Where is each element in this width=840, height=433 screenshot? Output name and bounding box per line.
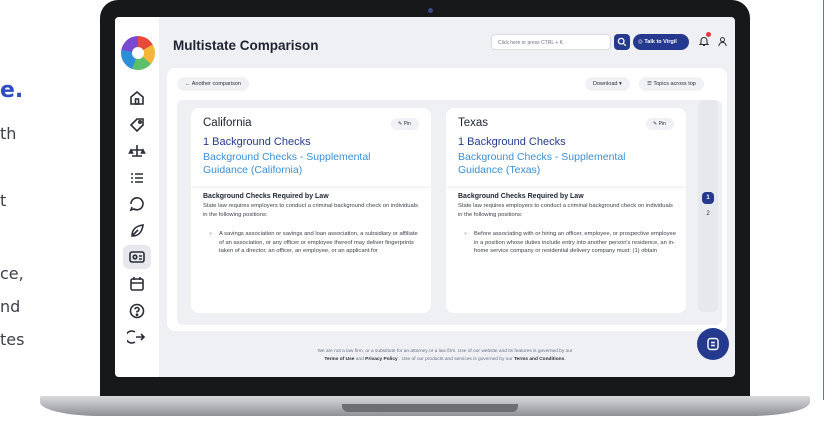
search-icon [617,37,627,47]
divider-line [823,0,824,400]
comparison-panel: ← Another comparison Download ▾ ☰ Topics… [167,68,727,331]
topics-across-top-toggle[interactable]: ☰ Topics across top [639,77,704,91]
subtopic-link[interactable]: Background Checks - Supplemental Guidanc… [458,151,668,177]
list-item: A savings association or savings and loa… [203,230,421,266]
chat-assistant-button[interactable] [697,328,729,360]
pin-label: Pin [403,121,411,127]
state-name: California [203,117,252,129]
text-fragment-1: th [0,124,17,143]
page-button-2[interactable]: 2 [702,208,714,220]
footer-text: . Use of our products and services is go… [399,357,513,362]
topic-title[interactable]: 1 Background Checks [203,136,311,148]
section-heading: Background Checks Required by Law [458,193,584,200]
tag-icon[interactable] [127,115,147,135]
section-text: State law requires employers to conduct … [458,203,673,218]
text-fragment-4: nd [0,297,21,316]
sidebar [115,17,159,377]
headline-fragment: e. [0,78,24,103]
calendar-icon[interactable] [127,274,147,294]
chat-assistant-icon [707,337,719,351]
app-screen: Multistate Comparison Click here or pres… [115,17,735,377]
subtopic-link[interactable]: Background Checks - Supplemental Guidanc… [203,151,413,177]
search-button[interactable] [614,34,630,50]
footer-line-2: Terms of Use and Privacy Policy . Use of… [245,356,645,364]
pin-button[interactable]: ✎ Pin [391,118,419,130]
laptop-camera [428,8,433,13]
chat-bubble-icon[interactable] [127,194,147,214]
marketing-page: e. th t ce, nd tes Multistate Comparison… [0,0,840,433]
id-card-icon[interactable] [123,245,151,269]
section-heading: Background Checks Required by Law [203,193,329,200]
section-text: State law requires employers to conduct … [203,203,418,218]
card-header: Texas ✎ Pin 1 Background Checks Backgrou… [446,108,686,186]
terms-and-conditions-link[interactable]: Terms and Conditions [514,357,564,362]
talk-to-virgil-label: Talk to Virgil [644,39,677,45]
notification-dot [706,32,711,37]
footer-period: . [564,357,566,362]
comparison-area: California ✎ Pin 1 Background Checks Bac… [177,100,722,325]
legal-footer: We are not a law firm, or a substitute f… [245,348,645,364]
footer-and: and [355,357,364,362]
topic-title[interactable]: 1 Background Checks [458,136,566,148]
state-card-california: California ✎ Pin 1 Background Checks Bac… [191,108,431,313]
state-card-texas: Texas ✎ Pin 1 Background Checks Backgrou… [446,108,686,313]
leaf-icon[interactable] [127,221,147,241]
topics-across-top-label: Topics across top [653,81,696,87]
page-title: Multistate Comparison [173,38,319,53]
download-dropdown[interactable]: Download ▾ [585,77,630,91]
user-icon[interactable] [717,36,728,47]
scale-icon[interactable] [127,141,147,161]
app-logo[interactable] [121,36,155,70]
help-icon[interactable] [127,301,147,321]
card-body: Background Checks Required by Law State … [458,193,676,266]
pin-label: Pin [658,121,666,127]
list-icon[interactable] [127,168,147,188]
text-fragment-5: tes [0,330,25,349]
search-input[interactable]: Click here or press CTRL + K [491,34,611,50]
talk-to-virgil-button[interactable]: ◎ Talk to Virgil [633,34,689,50]
another-comparison-button[interactable]: ← Another comparison [177,77,249,91]
state-name: Texas [458,117,489,129]
laptop-notch [342,404,518,412]
logout-icon[interactable] [124,327,147,347]
text-fragment-2: t [0,191,7,210]
home-icon[interactable] [127,88,147,108]
pin-button[interactable]: ✎ Pin [646,118,674,130]
card-body: Background Checks Required by Law State … [203,193,421,266]
page-button-1[interactable]: 1 [702,192,714,204]
footer-line-1: We are not a law firm, or a substitute f… [317,349,573,354]
privacy-policy-link[interactable]: Privacy Policy [365,357,398,362]
terms-of-use-link[interactable]: Terms of Use [324,357,354,362]
text-fragment-3: ce, [0,264,24,283]
pagination: 1 2 [698,100,718,312]
list-item: Before associating with or hiring an off… [458,230,676,266]
card-header: California ✎ Pin 1 Background Checks Bac… [191,108,431,186]
